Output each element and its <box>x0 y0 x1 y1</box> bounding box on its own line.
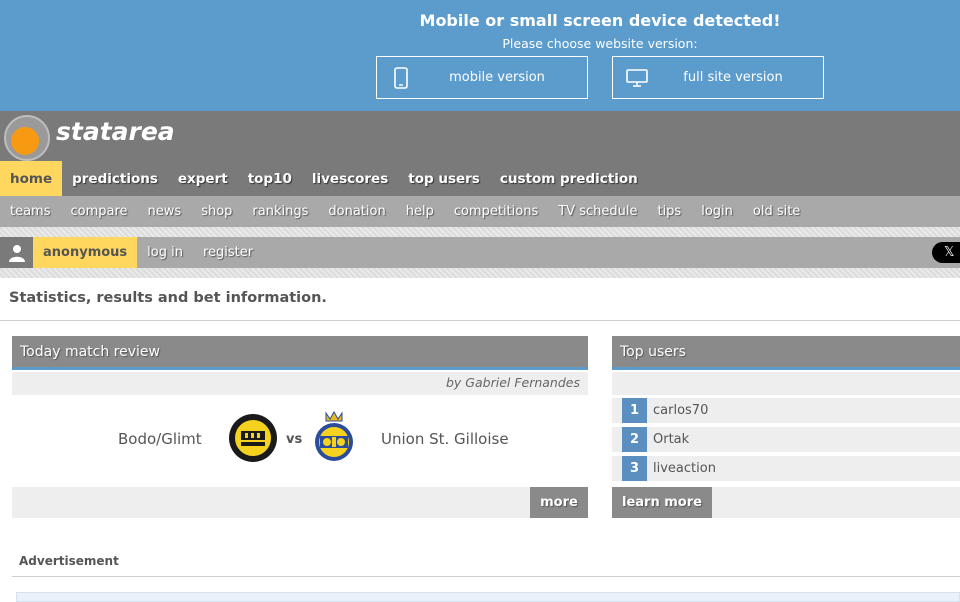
match-review-footer: more <box>12 487 588 518</box>
subnav-item-compare[interactable]: compare <box>61 204 138 219</box>
x-social-icon[interactable]: 𝕏 <box>932 242 960 263</box>
nav-item-predictions[interactable]: predictions <box>62 161 168 196</box>
mobile-version-label: mobile version <box>449 70 545 85</box>
register-link[interactable]: register <box>193 237 263 268</box>
subnav-item-help[interactable]: help <box>396 204 444 219</box>
main-nav: home predictions expert top10 livescores… <box>0 161 960 196</box>
subnav-item-rankings[interactable]: rankings <box>242 204 318 219</box>
subnav-item-news[interactable]: news <box>138 204 192 219</box>
match-review-subheader: by Gabriel Fernandes <box>12 372 588 395</box>
user-name[interactable]: carlos70 <box>653 403 708 418</box>
away-team-name: Union St. Gilloise <box>381 430 509 448</box>
user-name[interactable]: liveaction <box>653 461 716 476</box>
top-users-subheader <box>612 372 960 395</box>
banner-subtitle: Please choose website version: <box>502 36 698 51</box>
home-team-name: Bodo/Glimt <box>118 430 202 448</box>
more-button[interactable]: more <box>530 487 588 518</box>
advertisement-label: Advertisement <box>19 554 119 568</box>
monitor-icon <box>625 68 649 87</box>
subnav-item-shop[interactable]: shop <box>191 204 242 219</box>
match-review-byline: by Gabriel Fernandes <box>446 375 580 390</box>
advertisement-box[interactable] <box>16 592 960 602</box>
divider <box>12 576 960 577</box>
site-logo-text[interactable]: statarea <box>56 117 175 146</box>
learn-more-button[interactable]: learn more <box>612 487 712 518</box>
user-rank-badge: 3 <box>622 456 647 481</box>
vs-label: vs <box>286 432 303 447</box>
login-link[interactable]: log in <box>137 237 193 268</box>
match-review-header: Today match review <box>12 336 588 370</box>
subnav-item-teams[interactable]: teams <box>0 204 61 219</box>
top-user-row[interactable]: 3 liveaction <box>612 456 960 481</box>
divider <box>0 320 960 321</box>
mobile-version-button[interactable]: mobile version <box>376 56 588 99</box>
nav-item-top-users[interactable]: top users <box>398 161 490 196</box>
union-st-gilloise-crest-icon <box>310 410 358 466</box>
subnav-item-donation[interactable]: donation <box>318 204 395 219</box>
top-users-header: Top users <box>612 336 960 370</box>
page-tagline: Statistics, results and bet information. <box>9 290 327 306</box>
nav-item-expert[interactable]: expert <box>168 161 238 196</box>
divider-stripe <box>0 268 960 278</box>
full-site-version-button[interactable]: full site version <box>612 56 824 99</box>
sub-nav: teams compare news shop rankings donatio… <box>0 196 960 227</box>
nav-item-custom-prediction[interactable]: custom prediction <box>490 161 648 196</box>
nav-item-livescores[interactable]: livescores <box>302 161 398 196</box>
subnav-item-tv-schedule[interactable]: TV schedule <box>548 204 647 219</box>
user-icon <box>0 237 33 268</box>
top-user-row[interactable]: 2 Ortak <box>612 427 960 452</box>
top-users-footer: learn more <box>612 487 960 518</box>
user-rank-badge: 2 <box>622 427 647 452</box>
full-site-version-label: full site version <box>683 70 783 85</box>
phone-icon <box>389 66 413 89</box>
user-name[interactable]: Ortak <box>653 432 689 447</box>
user-rank-badge: 1 <box>622 398 647 423</box>
site-header: statarea <box>0 111 960 161</box>
logo-icon[interactable] <box>4 115 50 161</box>
bodo-glimt-crest-icon <box>228 413 278 467</box>
nav-item-top10[interactable]: top10 <box>238 161 302 196</box>
top-user-row[interactable]: 1 carlos70 <box>612 398 960 423</box>
nav-item-home[interactable]: home <box>0 161 63 196</box>
device-detection-banner: Mobile or small screen device detected! … <box>0 0 960 111</box>
subnav-item-tips[interactable]: tips <box>647 204 691 219</box>
match-card[interactable]: Bodo/Glimt vs Union St. Gilloise <box>12 395 588 487</box>
subnav-item-competitions[interactable]: competitions <box>444 204 548 219</box>
username-label: anonymous <box>33 237 138 268</box>
user-bar: anonymous log in register 𝕏 <box>0 237 960 268</box>
banner-title: Mobile or small screen device detected! <box>419 11 781 30</box>
subnav-item-old-site[interactable]: old site <box>743 204 810 219</box>
subnav-item-login[interactable]: login <box>691 204 743 219</box>
divider-stripe <box>0 227 960 237</box>
